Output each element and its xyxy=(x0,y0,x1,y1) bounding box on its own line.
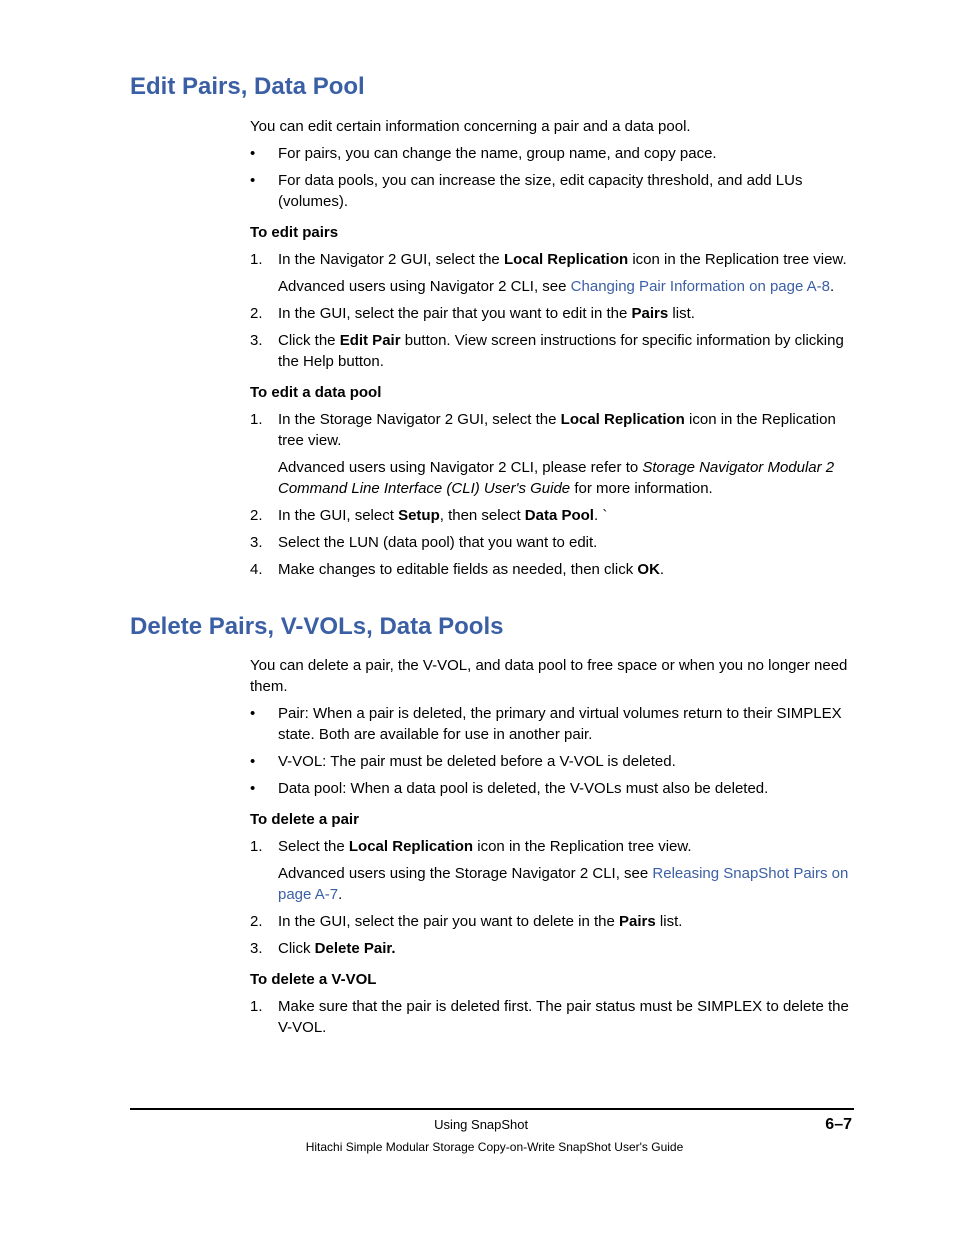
subheading-delete-pair: To delete a pair xyxy=(250,809,854,830)
section-heading-delete-pairs: Delete Pairs, V-VOLs, Data Pools xyxy=(130,610,854,644)
subheading-edit-pairs: To edit pairs xyxy=(250,222,854,243)
list-item: •Pair: When a pair is deleted, the prima… xyxy=(250,703,854,745)
ordered-list: 1.Make sure that the pair is deleted fir… xyxy=(250,996,854,1038)
list-item: 2. In the GUI, select the pair that you … xyxy=(250,303,854,324)
intro-text: You can delete a pair, the V-VOL, and da… xyxy=(250,655,854,697)
list-item: 1. In the Storage Navigator 2 GUI, selec… xyxy=(250,409,854,499)
list-item: 1. Select the Local Replication icon in … xyxy=(250,836,854,905)
link-changing-pair-info[interactable]: Changing Pair Information on page A-8 xyxy=(571,278,830,295)
list-item: 1.Make sure that the pair is deleted fir… xyxy=(250,996,854,1038)
ordered-list: 1. Select the Local Replication icon in … xyxy=(250,836,854,959)
list-item: 3. Click the Edit Pair button. View scre… xyxy=(250,330,854,372)
page-number: 6–7 xyxy=(825,1114,852,1136)
ordered-list: 1. In the Storage Navigator 2 GUI, selec… xyxy=(250,409,854,580)
list-item: 2. In the GUI, select the pair you want … xyxy=(250,911,854,932)
section2-body: You can delete a pair, the V-VOL, and da… xyxy=(250,655,854,1038)
list-item: 4. Make changes to editable fields as ne… xyxy=(250,559,854,580)
list-item: 3.Select the LUN (data pool) that you wa… xyxy=(250,532,854,553)
list-item: 1. In the Navigator 2 GUI, select the Lo… xyxy=(250,249,854,297)
footer-chapter: Using SnapShot xyxy=(137,1116,825,1134)
ordered-list: 1. In the Navigator 2 GUI, select the Lo… xyxy=(250,249,854,372)
section-heading-edit-pairs: Edit Pairs, Data Pool xyxy=(130,70,854,104)
list-item: •For pairs, you can change the name, gro… xyxy=(250,143,854,164)
section1-body: You can edit certain information concern… xyxy=(250,116,854,580)
subheading-delete-vvol: To delete a V-VOL xyxy=(250,969,854,990)
bullet-list: •Pair: When a pair is deleted, the prima… xyxy=(250,703,854,799)
list-item: 3. Click Delete Pair. xyxy=(250,938,854,959)
page-footer: Using SnapShot 6–7 Hitachi Simple Modula… xyxy=(135,1108,854,1155)
list-item: •Data pool: When a data pool is deleted,… xyxy=(250,778,854,799)
intro-text: You can edit certain information concern… xyxy=(250,116,854,137)
subheading-edit-data-pool: To edit a data pool xyxy=(250,382,854,403)
list-item: 2. In the GUI, select Setup, then select… xyxy=(250,505,854,526)
footer-guide-title: Hitachi Simple Modular Storage Copy-on-W… xyxy=(135,1139,854,1156)
bullet-list: •For pairs, you can change the name, gro… xyxy=(250,143,854,212)
list-item: •V-VOL: The pair must be deleted before … xyxy=(250,751,854,772)
footer-rule xyxy=(130,1108,854,1110)
list-item: •For data pools, you can increase the si… xyxy=(250,170,854,212)
